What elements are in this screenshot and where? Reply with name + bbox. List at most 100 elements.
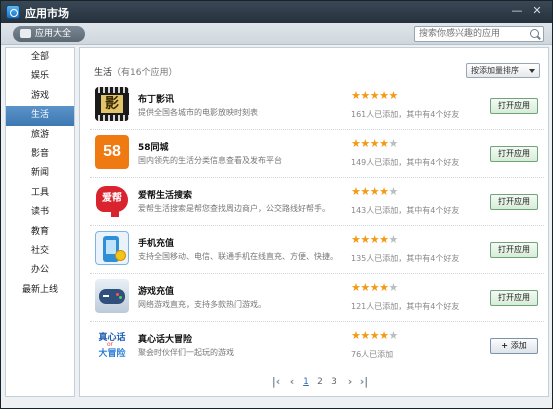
star-icon: ★ bbox=[360, 329, 370, 342]
sidebar-item-all[interactable]: 全部 bbox=[6, 48, 74, 67]
coin-shape bbox=[115, 250, 126, 261]
section-name: 生活 bbox=[94, 68, 113, 78]
truth-dare-logo[interactable]: 真心话 or 大冒险 bbox=[95, 327, 129, 361]
list-item: 手机充值 支持全国移动、电信、联通手机在线直充、方便、快捷。 ★★★★★ 135… bbox=[90, 226, 544, 274]
open-app-button[interactable]: 打开应用 bbox=[490, 194, 538, 210]
page-2-link[interactable]: 2 bbox=[314, 375, 326, 389]
star-icon: ★ bbox=[369, 281, 380, 294]
star-icon: ★ bbox=[379, 137, 389, 150]
app-name[interactable]: 58同城 bbox=[138, 140, 169, 153]
aibang-logo-text: 爱帮 bbox=[96, 186, 128, 212]
sidebar-item-life[interactable]: 生活 bbox=[6, 106, 74, 126]
app-description: 提供全国各城市的电影放映时刻表 bbox=[138, 108, 258, 117]
star-icon: ★ bbox=[360, 233, 370, 246]
sidebar-item-reading[interactable]: 读书 bbox=[6, 203, 74, 222]
page-3-link[interactable]: 3 bbox=[328, 375, 340, 389]
added-count: 161人已添加，其中有4个好友 bbox=[351, 110, 460, 119]
star-icon: ★ bbox=[360, 137, 370, 150]
sidebar-item-social[interactable]: 社交 bbox=[6, 242, 74, 261]
app-description: 国内领先的生活分类信息查看及发布平台 bbox=[138, 156, 282, 165]
app-name[interactable]: 真心话大冒险 bbox=[138, 332, 192, 345]
search-box[interactable] bbox=[414, 26, 544, 42]
search-input[interactable] bbox=[419, 28, 527, 40]
list-item: 爱帮 爱帮生活搜索 爱帮生活搜索是帮您查找周边商户，公交路线好帮手。 ★★★★★… bbox=[90, 178, 544, 226]
star-icon: ★ bbox=[388, 233, 399, 246]
film-icon[interactable]: 影 bbox=[95, 87, 129, 121]
star-icon: ★ bbox=[379, 329, 389, 342]
app-name[interactable]: 游戏充值 bbox=[138, 284, 174, 297]
list-item: 游戏充值 网络游戏直充，支持多款热门游戏。 ★★★★★ 121人已添加，其中有4… bbox=[90, 274, 544, 322]
sidebar-item-travel[interactable]: 旅游 bbox=[6, 126, 74, 145]
first-page-button[interactable]: |‹ bbox=[270, 375, 282, 389]
app-description: 网络游戏直充，支持多款热门游戏。 bbox=[138, 300, 266, 309]
film-strip bbox=[95, 115, 129, 121]
sort-dropdown-label: 按添加量排序 bbox=[471, 66, 519, 75]
toolbar: 应用大全 bbox=[1, 23, 552, 45]
title-bar[interactable]: 应用市场 — ✕ bbox=[1, 1, 552, 23]
star-icon: ★ bbox=[351, 137, 361, 150]
star-icon: ★ bbox=[360, 185, 370, 198]
section-count: （有16个应用） bbox=[112, 68, 178, 78]
sidebar-item-media[interactable]: 影音 bbox=[6, 145, 74, 164]
open-app-button[interactable]: 打开应用 bbox=[490, 242, 538, 258]
app-market-icon bbox=[6, 5, 20, 19]
58-logo[interactable]: 58 bbox=[95, 135, 129, 169]
window-title: 应用市场 bbox=[25, 7, 69, 20]
app-list-panel: 生活（有16个应用） 按添加量排序 影 布丁影讯 提供全国各城市的电影放映时刻表… bbox=[79, 47, 549, 397]
rating-stars: ★★★★★ bbox=[351, 233, 399, 246]
phone-recharge-icon[interactable] bbox=[95, 231, 129, 265]
last-page-button[interactable]: ›| bbox=[358, 375, 370, 389]
app-name[interactable]: 布丁影讯 bbox=[138, 92, 174, 105]
star-icon: ★ bbox=[388, 329, 399, 342]
star-icon: ★ bbox=[388, 137, 399, 150]
star-icon: ★ bbox=[379, 281, 389, 294]
film-logo-text: 影 bbox=[101, 95, 123, 113]
sidebar-item-entertainment[interactable]: 娱乐 bbox=[6, 67, 74, 86]
star-icon: ★ bbox=[351, 281, 361, 294]
close-button[interactable]: ✕ bbox=[528, 3, 546, 19]
all-apps-tab-label: 应用大全 bbox=[35, 29, 72, 39]
star-icon: ★ bbox=[379, 233, 389, 246]
app-description: 爱帮生活搜索是帮您查找周边商户，公交路线好帮手。 bbox=[138, 204, 330, 213]
added-count: 149人已添加，其中有4个好友 bbox=[351, 158, 460, 167]
star-icon: ★ bbox=[388, 281, 399, 294]
list-item: 真心话 or 大冒险 真心话大冒险 聚会时伙伴们一起玩的游戏 ★★★★★ 76人… bbox=[90, 322, 544, 370]
star-icon: ★ bbox=[351, 185, 361, 198]
sidebar-item-education[interactable]: 教育 bbox=[6, 223, 74, 242]
rating-stars: ★★★★★ bbox=[351, 185, 399, 198]
search-icon[interactable] bbox=[530, 29, 539, 38]
rating-stars: ★★★★★ bbox=[351, 137, 399, 150]
sort-dropdown[interactable]: 按添加量排序 bbox=[466, 63, 540, 78]
star-icon: ★ bbox=[388, 89, 399, 102]
page-1-link[interactable]: 1 bbox=[300, 375, 312, 389]
sidebar-item-office[interactable]: 办公 bbox=[6, 261, 74, 280]
chevron-down-icon bbox=[529, 69, 535, 73]
star-icon: ★ bbox=[360, 89, 370, 102]
aibang-logo[interactable]: 爱帮 bbox=[95, 183, 129, 217]
next-page-button[interactable]: › bbox=[344, 375, 356, 389]
star-icon: ★ bbox=[360, 281, 370, 294]
gamepad-icon[interactable] bbox=[95, 279, 129, 313]
app-name[interactable]: 手机充值 bbox=[138, 236, 174, 249]
open-app-button[interactable]: 打开应用 bbox=[490, 290, 538, 306]
sidebar-item-news[interactable]: 新闻 bbox=[6, 164, 74, 183]
star-icon: ★ bbox=[369, 137, 380, 150]
section-title: 生活（有16个应用） bbox=[94, 65, 177, 78]
sidebar-item-games[interactable]: 游戏 bbox=[6, 87, 74, 106]
add-app-button[interactable]: 添加 bbox=[490, 338, 538, 354]
sidebar-item-new-releases[interactable]: 最新上线 bbox=[6, 281, 74, 300]
list-item: 影 布丁影讯 提供全国各城市的电影放映时刻表 ★★★★★ 161人已添加，其中有… bbox=[90, 82, 544, 130]
prev-page-button[interactable]: ‹ bbox=[286, 375, 298, 389]
rating-stars: ★★★★★ bbox=[351, 329, 399, 342]
app-list: 影 布丁影讯 提供全国各城市的电影放映时刻表 ★★★★★ 161人已添加，其中有… bbox=[90, 82, 544, 370]
star-icon: ★ bbox=[369, 89, 380, 102]
open-app-button[interactable]: 打开应用 bbox=[490, 98, 538, 114]
minimize-button[interactable]: — bbox=[508, 3, 526, 19]
star-icon: ★ bbox=[388, 185, 399, 198]
all-apps-tab[interactable]: 应用大全 bbox=[13, 26, 85, 42]
sidebar-item-tools[interactable]: 工具 bbox=[6, 184, 74, 203]
open-app-button[interactable]: 打开应用 bbox=[490, 146, 538, 162]
app-description: 支持全国移动、电信、联通手机在线直充、方便、快捷。 bbox=[138, 252, 338, 261]
star-icon: ★ bbox=[369, 185, 380, 198]
app-name[interactable]: 爱帮生活搜索 bbox=[138, 188, 192, 201]
